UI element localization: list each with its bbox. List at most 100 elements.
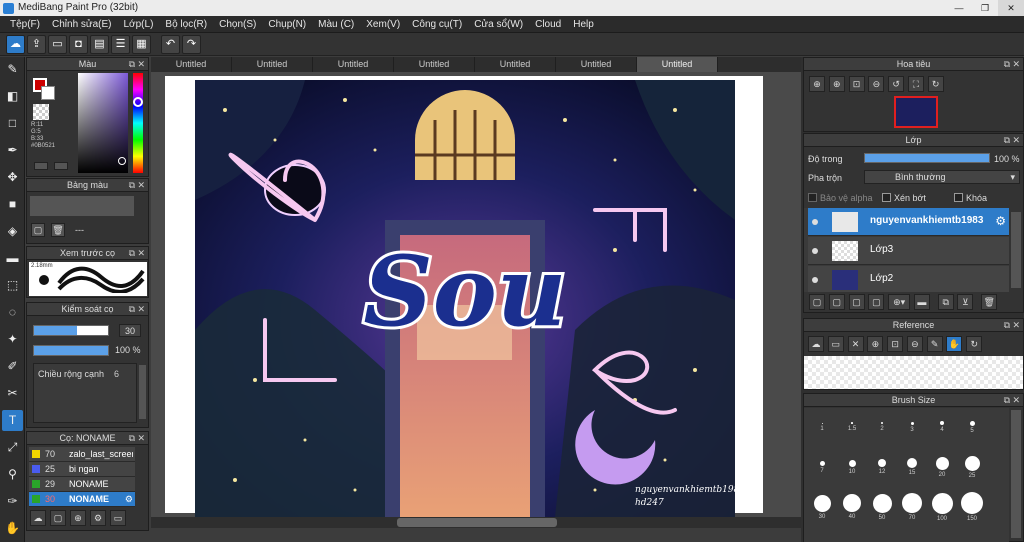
transparent-swatch[interactable]	[33, 104, 49, 120]
eyedropper-icon[interactable]: ⚲	[2, 464, 23, 485]
brush-size-cell[interactable]: 30	[808, 492, 836, 530]
trash-icon[interactable]: 🗑	[51, 223, 65, 237]
brush-size-cell[interactable]: 25	[958, 452, 986, 490]
menu-help[interactable]: Help	[567, 16, 600, 32]
brush-size-cell[interactable]: 2	[868, 412, 896, 450]
close-button[interactable]: ✕	[998, 0, 1024, 16]
tab-untitled-7[interactable]: Untitled	[637, 57, 718, 72]
close-icon[interactable]: ✕	[1012, 134, 1020, 147]
add-layer-menu-icon[interactable]: ⊕▾	[888, 294, 911, 310]
brush-size-cell[interactable]: 3	[898, 412, 926, 450]
close-icon[interactable]: ✕	[1012, 58, 1020, 71]
brush-size-cell[interactable]: 70	[898, 492, 926, 530]
menu-select[interactable]: Chọn(S)	[213, 16, 262, 32]
pop-out-icon[interactable]: ⧉	[1004, 58, 1010, 71]
scrollbar-thumb[interactable]	[397, 518, 557, 527]
brush-list-item[interactable]: 70 zalo_last_screen	[29, 447, 135, 462]
brush-size-cell[interactable]: 40	[838, 492, 866, 530]
folder-icon[interactable]: ▬	[913, 294, 930, 310]
menu-file[interactable]: Tệp(F)	[4, 16, 46, 32]
cloud-icon[interactable]: ☁	[808, 336, 824, 352]
lasso-tool-icon[interactable]: ◌	[2, 302, 23, 323]
eye-icon[interactable]	[812, 248, 818, 254]
rotate-right-icon[interactable]: ↻	[927, 76, 944, 92]
eraser-tool-icon[interactable]: ◧	[2, 86, 23, 107]
add-brush-icon[interactable]: ⊕	[70, 510, 86, 526]
lock-checkbox[interactable]: Khóa	[954, 193, 987, 203]
tab-untitled-6[interactable]: Untitled	[556, 57, 637, 72]
brush-size-scrollbar[interactable]	[1011, 410, 1021, 538]
tab-untitled-3[interactable]: Untitled	[313, 57, 394, 72]
pop-out-icon[interactable]: ⧉	[129, 247, 135, 260]
menu-edit[interactable]: Chỉnh sửa(E)	[46, 16, 118, 32]
folder-icon[interactable]: ▭	[110, 510, 126, 526]
menu-filter[interactable]: Bộ lọc(R)	[159, 16, 213, 32]
brush-size-cell[interactable]: 150	[958, 492, 986, 530]
brush-size-cell[interactable]: 1	[808, 412, 836, 450]
menu-color[interactable]: Màu (C)	[312, 16, 360, 32]
brush-size-cell[interactable]: 15	[898, 452, 926, 490]
brush-tool-icon[interactable]: ✎	[2, 59, 23, 80]
restore-button[interactable]: ❐	[972, 0, 998, 16]
color-swap-button[interactable]	[54, 162, 68, 170]
fit-icon[interactable]: ⊡	[848, 76, 865, 92]
canvas-horizontal-scrollbar[interactable]	[151, 517, 801, 528]
brush-size-cell[interactable]: 1.5	[838, 412, 866, 450]
brush-list-item[interactable]: 30 NONAME ⚙	[29, 492, 135, 507]
zoom-in-icon[interactable]: ⊕	[867, 336, 884, 352]
comment-icon[interactable]: ▭	[48, 34, 67, 54]
hue-slider[interactable]	[133, 73, 143, 173]
fill-rect-tool-icon[interactable]: ■	[2, 194, 23, 215]
layer-row[interactable]: Lớp3	[808, 237, 1009, 265]
grid-icon[interactable]: ▦	[132, 34, 151, 54]
saturation-picker[interactable]	[78, 73, 128, 173]
menu-cloud[interactable]: Cloud	[529, 16, 567, 32]
close-icon[interactable]: ✕	[1012, 394, 1020, 407]
eyedropper-icon[interactable]: ✎	[926, 336, 943, 352]
brush-settings-scrollbar[interactable]	[139, 365, 146, 419]
cloud-icon[interactable]: ☁	[6, 34, 25, 54]
menu-window[interactable]: Cửa sổ(W)	[468, 16, 529, 32]
pop-out-icon[interactable]: ⧉	[129, 179, 135, 192]
cloud-download-icon[interactable]: ☁	[30, 510, 46, 526]
close-icon[interactable]: ✕	[137, 303, 145, 316]
trash-icon[interactable]: 🗑	[981, 294, 998, 310]
close-icon[interactable]: ✕	[1012, 319, 1020, 332]
zoom-out-icon[interactable]: ⊖	[868, 76, 885, 92]
hand-tool-icon[interactable]: ✋	[2, 518, 23, 539]
bucket-tool-icon[interactable]: ◈	[2, 221, 23, 242]
brush-list-item[interactable]: 29 NONAME	[29, 477, 135, 492]
brush-size-cell[interactable]: 20	[928, 452, 956, 490]
layer-row[interactable]: Lớp2	[808, 266, 1009, 292]
page-icon[interactable]: ▤	[90, 34, 109, 54]
brush-opacity-slider[interactable]	[33, 345, 109, 356]
pen-tool-icon[interactable]: ✒	[2, 140, 23, 161]
eye-icon[interactable]	[812, 277, 818, 283]
rotate-left-icon[interactable]: ↺	[888, 76, 905, 92]
pop-out-icon[interactable]: ⧉	[1004, 394, 1010, 407]
canvas-area[interactable]: Sou nguyenvankhiemtb1983 hd247	[151, 72, 801, 517]
zoom-out-icon[interactable]: ⊖	[906, 336, 923, 352]
clipping-checkbox[interactable]: Xén bớt	[882, 193, 926, 203]
magic-wand-icon[interactable]: ✦	[2, 329, 23, 350]
layer-scrollbar[interactable]	[1011, 212, 1021, 288]
brush-size-cell[interactable]: 5	[958, 412, 986, 450]
new-layer-icon[interactable]: ▢	[809, 294, 825, 310]
brush-settings-icon[interactable]: ⚙	[90, 510, 106, 526]
tab-untitled-1[interactable]: Untitled	[151, 57, 232, 72]
new-layer-3-icon[interactable]: ▢	[848, 294, 865, 310]
rotate-icon[interactable]: ↻	[966, 336, 983, 352]
pop-out-icon[interactable]: ⧉	[129, 303, 135, 316]
select-pen-icon[interactable]: ✐	[2, 356, 23, 377]
palette-area[interactable]	[30, 196, 134, 216]
pop-out-icon[interactable]: ⧉	[129, 432, 135, 445]
pop-out-icon[interactable]: ⧉	[1004, 319, 1010, 332]
gradient-tool-icon[interactable]: ▬	[2, 248, 23, 269]
eye-icon[interactable]	[812, 219, 818, 225]
layer-opacity-slider[interactable]	[864, 153, 990, 163]
navigator-thumbnail[interactable]	[894, 96, 938, 128]
close-icon[interactable]: ✕	[137, 247, 145, 260]
minimize-button[interactable]: —	[946, 0, 972, 16]
chat-icon[interactable]: ◘	[69, 34, 88, 54]
rectangle-tool-icon[interactable]: □	[2, 113, 23, 134]
